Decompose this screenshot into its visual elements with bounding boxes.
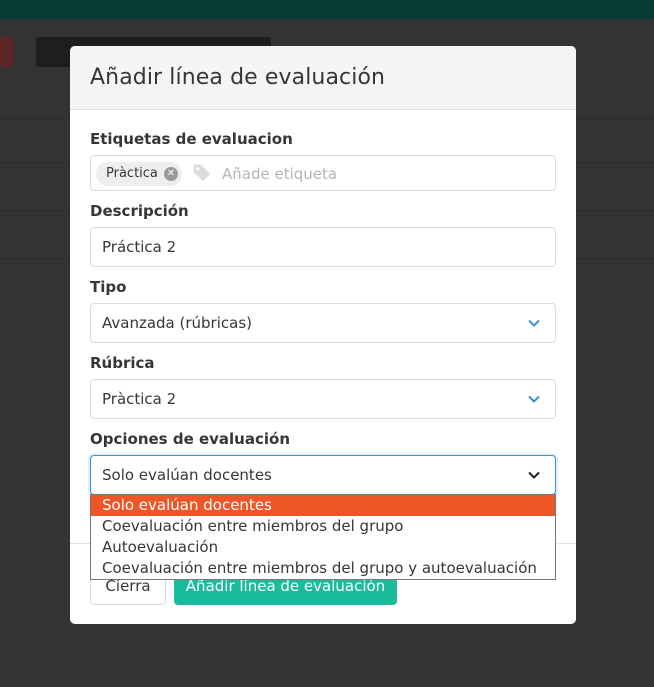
dropdown-option[interactable]: Autoevaluación [91,537,555,558]
remove-tag-icon[interactable]: ✕ [163,167,178,181]
evaluation-options-value: Solo evalúan docentes [102,466,272,484]
background-topbar [0,0,654,19]
rubric-select[interactable]: Pràctica 2 [90,379,556,419]
background-delete-button [0,37,14,67]
chevron-down-icon [528,395,540,403]
rubric-value: Pràctica 2 [102,390,177,408]
chevron-down-icon [528,471,540,479]
tags-label: Etiquetas de evaluacion [90,130,293,148]
modal-title: Añadir línea de evaluación [90,65,386,90]
tag-placeholder: Añade etiqueta [222,165,338,183]
dropdown-option[interactable]: Coevaluación entre miembros del grupo [91,516,555,537]
chevron-down-icon [528,319,540,327]
dropdown-option[interactable]: Coevaluación entre miembros del grupo y … [91,558,555,579]
tag-chip: Pràctica ✕ [96,162,182,186]
evaluation-options-dropdown: Solo evalúan docentes Coevaluación entre… [90,494,556,580]
type-label: Tipo [90,278,127,296]
description-input[interactable]: Práctica 2 [90,227,556,267]
description-label: Descripción [90,202,189,220]
tag-icon [193,164,211,182]
tags-input[interactable]: Pràctica ✕ Añade etiqueta [90,155,556,191]
type-select[interactable]: Avanzada (rúbricas) [90,303,556,343]
modal-header: Añadir línea de evaluación [70,46,576,110]
type-value: Avanzada (rúbricas) [102,314,252,332]
dropdown-option[interactable]: Solo evalúan docentes [91,495,555,516]
tag-chip-label: Pràctica [106,166,158,181]
evaluation-options-label: Opciones de evaluación [90,430,290,448]
description-value: Práctica 2 [102,238,177,256]
evaluation-options-select[interactable]: Solo evalúan docentes [90,455,556,495]
rubric-label: Rúbrica [90,354,155,372]
